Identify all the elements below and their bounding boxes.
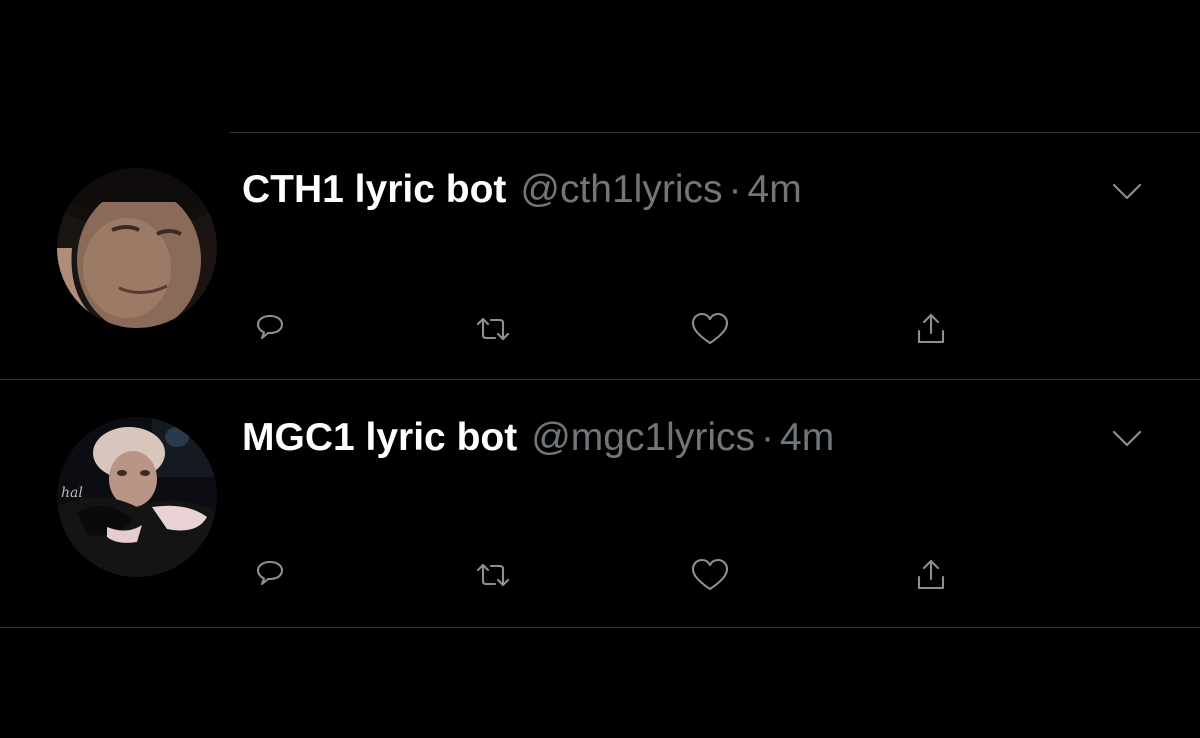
user-handle[interactable]: @cth1lyrics xyxy=(520,165,722,215)
chevron-down-icon xyxy=(1112,183,1142,200)
reply-button[interactable] xyxy=(242,301,298,357)
more-options-button[interactable] xyxy=(1108,423,1146,453)
tweet-actions xyxy=(240,547,1000,603)
timestamp[interactable]: 4m xyxy=(780,413,834,463)
avatar-photo xyxy=(57,168,217,328)
tweet-header: MGC1 lyric bot @mgc1lyrics · 4m xyxy=(242,413,834,463)
retweet-button[interactable] xyxy=(465,301,521,357)
svg-text:hal: hal xyxy=(61,485,83,501)
tweet-header: CTH1 lyric bot @cth1lyrics · 4m xyxy=(242,165,802,215)
avatar[interactable] xyxy=(57,168,217,328)
like-button[interactable] xyxy=(682,547,738,603)
chevron-down-icon xyxy=(1112,430,1142,447)
user-handle[interactable]: @mgc1lyrics xyxy=(531,413,755,463)
tweet[interactable]: CTH1 lyric bot @cth1lyrics · 4m xyxy=(0,133,1200,378)
reply-icon xyxy=(256,314,284,340)
tweet[interactable]: hal MGC1 lyric bot @mgc1lyrics · 4m xyxy=(0,380,1200,625)
share-button[interactable] xyxy=(903,301,959,357)
separator-dot: · xyxy=(728,168,742,211)
heart-icon xyxy=(691,312,729,345)
timestamp[interactable]: 4m xyxy=(748,165,802,215)
tweet-actions xyxy=(240,301,1000,357)
avatar[interactable]: hal xyxy=(57,417,217,577)
reply-icon xyxy=(256,560,284,586)
share-icon xyxy=(917,559,945,590)
timeline-divider-bottom xyxy=(0,627,1200,628)
retweet-icon xyxy=(476,563,510,587)
share-icon xyxy=(917,313,945,344)
display-name[interactable]: CTH1 lyric bot xyxy=(242,165,506,215)
heart-icon xyxy=(691,558,729,591)
share-button[interactable] xyxy=(903,547,959,603)
reply-button[interactable] xyxy=(242,547,298,603)
like-button[interactable] xyxy=(682,301,738,357)
retweet-icon xyxy=(476,317,510,341)
more-options-button[interactable] xyxy=(1108,176,1146,206)
display-name[interactable]: MGC1 lyric bot xyxy=(242,413,517,463)
separator-dot: · xyxy=(761,416,774,459)
retweet-button[interactable] xyxy=(465,547,521,603)
avatar-photo: hal xyxy=(57,417,217,577)
